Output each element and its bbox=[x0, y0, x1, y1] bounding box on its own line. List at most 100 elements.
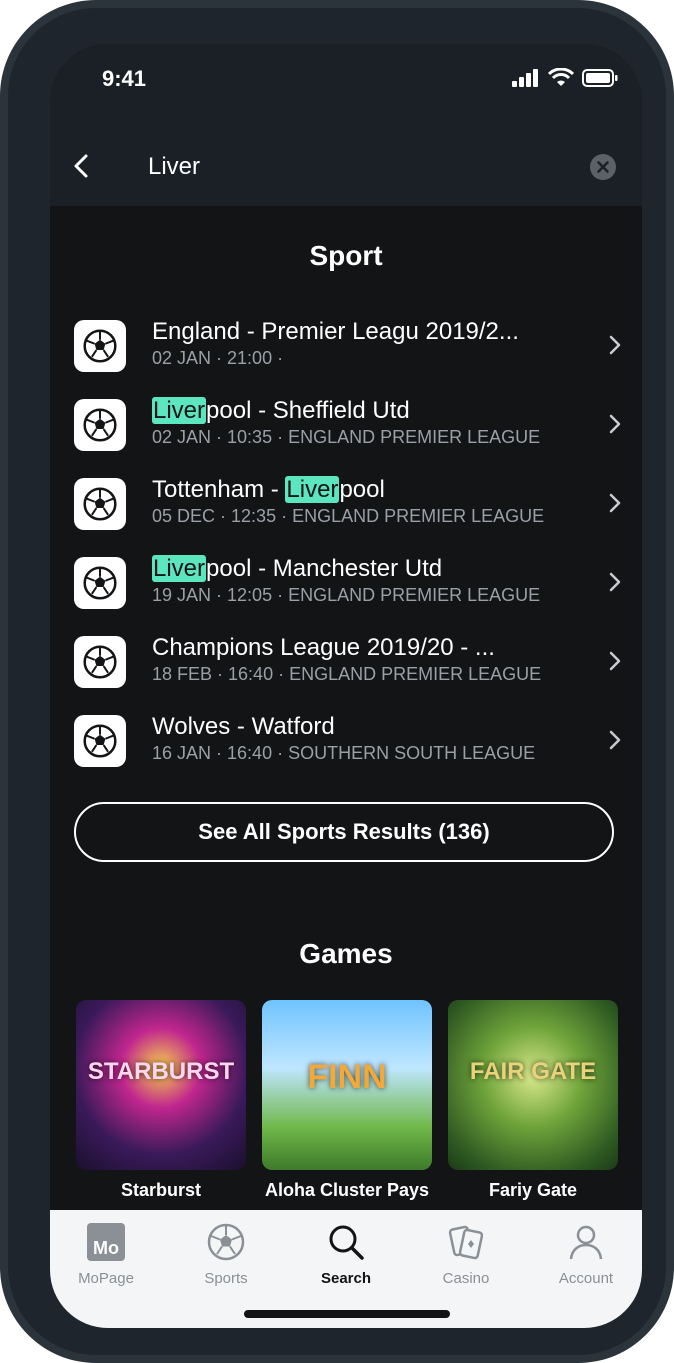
home-indicator bbox=[244, 1310, 450, 1318]
game-thumbnail[interactable]: FAIR GATE bbox=[448, 1000, 618, 1170]
title-suffix: pool bbox=[339, 476, 385, 503]
game-label: Fariy Gate bbox=[488, 1180, 578, 1200]
result-date: 02 JAN bbox=[152, 348, 212, 368]
soccer-ball-icon bbox=[74, 557, 126, 609]
search-bar bbox=[50, 140, 642, 192]
search-input[interactable] bbox=[146, 146, 570, 188]
result-meta: 18 FEB · 16:40 · ENGLAND PREMIER LEAGUE bbox=[152, 664, 542, 684]
result-date: 05 DEC bbox=[152, 506, 216, 526]
result-time: 10:35 bbox=[227, 427, 273, 447]
game-card-aloha[interactable]: FINN Aloha Cluster Pays bbox=[262, 1000, 432, 1201]
title-prefix: Champions League 2019/20 - ... bbox=[152, 634, 495, 661]
status-icons bbox=[512, 68, 618, 88]
result-time: 21:00 bbox=[227, 348, 273, 368]
nav-label: Casino bbox=[442, 1270, 490, 1287]
game-thumbnail[interactable]: STARBURST bbox=[76, 1000, 246, 1170]
soccer-ball-icon bbox=[74, 320, 126, 372]
result-date: 16 JAN bbox=[152, 743, 212, 763]
result-meta: 16 JAN · 16:40 · SOUTHERN SOUTH LEAGUE bbox=[152, 743, 536, 763]
battery-icon bbox=[582, 69, 618, 87]
signal-icon bbox=[512, 69, 538, 87]
nav-item-search[interactable]: Search bbox=[296, 1220, 396, 1287]
app-screen: 9:41 Liver Sport England - Premier Leagu… bbox=[50, 44, 642, 1328]
game-thumbnail[interactable]: FINN bbox=[262, 1000, 432, 1170]
result-meta: 02 JAN · 21:00 · bbox=[152, 348, 284, 368]
result-title: Wolves - Watford bbox=[152, 713, 552, 741]
result-league: SOUTHERN SOUTH LEAGUE bbox=[288, 743, 536, 763]
phone-frame: 9:41 Liver Sport England - Premier Leagu… bbox=[0, 0, 674, 1363]
sport-result-row[interactable]: Champions League 2019/20 - ... 18 FEB · 1… bbox=[74, 626, 622, 696]
sport-section-title: Sport bbox=[309, 240, 383, 271]
soccer-ball-icon bbox=[74, 715, 126, 767]
games-row: STARBURST Starburst FINN Aloha Cluster P… bbox=[76, 1000, 618, 1210]
sport-result-row[interactable]: Liverpool - Manchester Utd 19 JAN · 12:05… bbox=[74, 547, 622, 617]
nav-item-mopage[interactable]: Mo MoPage bbox=[56, 1220, 156, 1287]
status-time: 9:41 bbox=[102, 66, 147, 91]
result-league: ENGLAND PREMIER LEAGUE bbox=[288, 427, 541, 447]
game-logo: FINN bbox=[307, 1058, 387, 1096]
title-highlight: Liver bbox=[152, 555, 207, 582]
result-title: Liverpool - Manchester Utd bbox=[152, 555, 552, 583]
result-title: Liverpool - Sheffield Utd bbox=[152, 397, 552, 425]
sport-result-row[interactable]: Tottenham - Liverpool 05 DEC · 12:35 · EN… bbox=[74, 468, 622, 538]
back-chevron-icon[interactable] bbox=[70, 150, 94, 182]
wifi-icon bbox=[548, 68, 574, 86]
result-meta: 05 DEC · 12:35 · ENGLAND PREMIER LEAGUE bbox=[152, 506, 545, 526]
chevron-right-icon bbox=[609, 651, 621, 671]
chevron-right-icon bbox=[609, 335, 621, 355]
result-league: ENGLAND PREMIER LEAGUE bbox=[288, 585, 541, 605]
sport-result-row[interactable]: England - Premier Leagu 2019/2... 02 JAN … bbox=[74, 310, 622, 380]
title-prefix: Tottenham - bbox=[152, 476, 286, 503]
nav-label: MoPage bbox=[78, 1270, 134, 1287]
result-meta: 19 JAN · 12:05 · ENGLAND PREMIER LEAGUE bbox=[152, 585, 541, 605]
result-league: ENGLAND PREMIER LEAGUE bbox=[289, 664, 542, 684]
phone-bezel: 9:41 Liver Sport England - Premier Leagu… bbox=[8, 8, 666, 1355]
sport-result-row[interactable]: Wolves - Watford 16 JAN · 16:40 · SOUTHER… bbox=[74, 705, 622, 775]
result-date: 02 JAN bbox=[152, 427, 212, 447]
top-bar: 9:41 bbox=[50, 44, 642, 206]
game-card-fairy-gate[interactable]: FAIR GATE Fariy Gate bbox=[448, 1000, 618, 1201]
games-section-title: Games bbox=[299, 938, 393, 969]
cards-icon bbox=[444, 1220, 488, 1264]
search-results: Sport England - Premier Leagu 2019/2... 0… bbox=[50, 206, 642, 1210]
result-time: 16:40 bbox=[227, 743, 273, 763]
search-icon bbox=[324, 1220, 368, 1264]
game-logo: FAIR GATE bbox=[469, 1058, 597, 1085]
soccer-ball-icon bbox=[74, 636, 126, 688]
game-card-starburst[interactable]: STARBURST Starburst bbox=[76, 1000, 246, 1201]
nav-item-sports[interactable]: Sports bbox=[176, 1220, 276, 1287]
see-all-sports-button[interactable]: See All Sports Results (136) bbox=[74, 802, 614, 862]
result-title: Champions League 2019/20 - ... bbox=[152, 634, 552, 662]
clear-search-icon[interactable] bbox=[590, 154, 616, 180]
result-time: 16:40 bbox=[228, 664, 274, 684]
result-meta: 02 JAN · 10:35 · ENGLAND PREMIER LEAGUE bbox=[152, 427, 541, 447]
game-logo: STARBURST bbox=[87, 1058, 235, 1085]
result-time: 12:35 bbox=[231, 506, 277, 526]
chevron-right-icon bbox=[609, 572, 621, 592]
bottom-navigation: Mo MoPage Sports Search Casino Account bbox=[50, 1210, 642, 1328]
soccer-ball-icon bbox=[74, 399, 126, 451]
result-league: ENGLAND PREMIER LEAGUE bbox=[292, 506, 545, 526]
result-time: 12:05 bbox=[227, 585, 273, 605]
chevron-right-icon bbox=[609, 730, 621, 750]
title-suffix: pool - Manchester Utd bbox=[206, 555, 443, 582]
game-label: Starburst bbox=[120, 1180, 201, 1200]
nav-label: Account bbox=[558, 1270, 614, 1287]
mopage-badge: Mo bbox=[87, 1223, 125, 1261]
title-prefix: Wolves - Watford bbox=[152, 713, 335, 740]
title-highlight: Liver bbox=[285, 476, 340, 503]
title-highlight: Liver bbox=[152, 397, 207, 424]
user-icon bbox=[564, 1220, 608, 1264]
result-date: 19 JAN bbox=[152, 585, 212, 605]
chevron-right-icon bbox=[609, 414, 621, 434]
nav-item-account[interactable]: Account bbox=[536, 1220, 636, 1287]
soccer-ball-icon bbox=[204, 1220, 248, 1264]
title-suffix: pool - Sheffield Utd bbox=[206, 397, 410, 424]
sport-result-row[interactable]: Liverpool - Sheffield Utd 02 JAN · 10:35 … bbox=[74, 389, 622, 459]
result-title: Tottenham - Liverpool bbox=[152, 476, 552, 504]
nav-item-casino[interactable]: Casino bbox=[416, 1220, 516, 1287]
result-title: England - Premier Leagu 2019/2... bbox=[152, 318, 552, 346]
game-label: Aloha Cluster Pays bbox=[264, 1180, 430, 1200]
result-date: 18 FEB bbox=[152, 664, 213, 684]
soccer-ball-icon bbox=[74, 478, 126, 530]
